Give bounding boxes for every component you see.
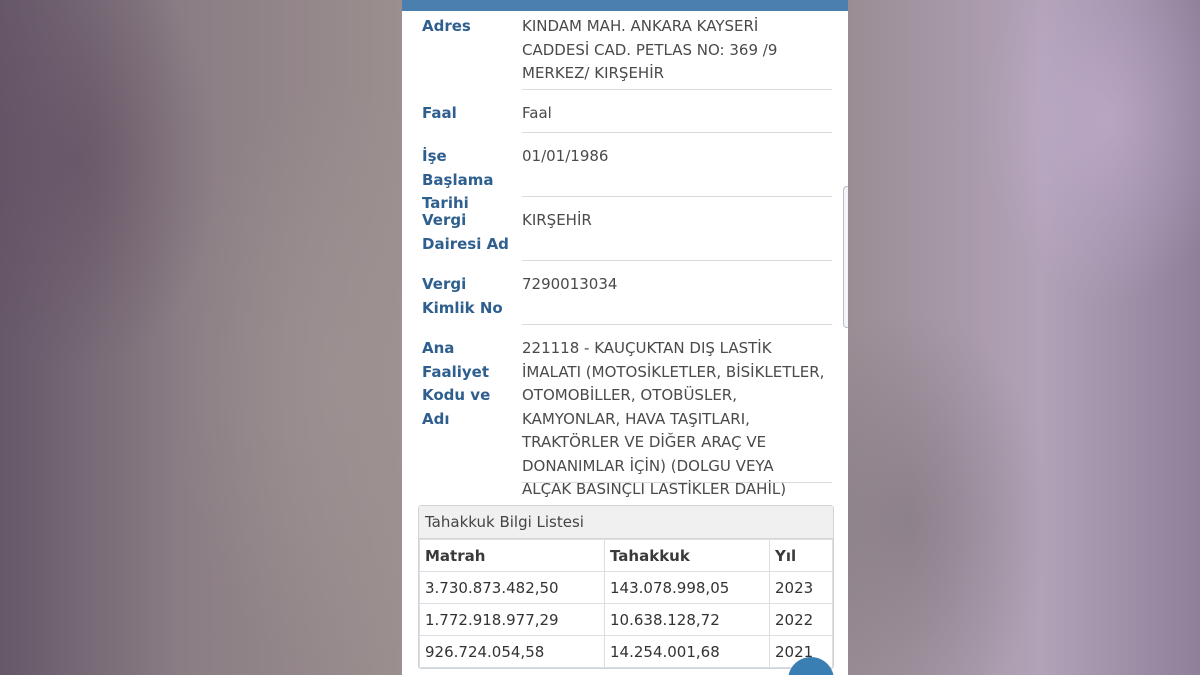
table-cell: 1.772.918.977,29 [419,603,605,636]
detail-label: Adres [422,17,471,35]
detail-value: KINDAM MAH. ANKARA KAYSERİ CADDESİ CAD. … [522,17,778,82]
table-cell: 2023 [769,571,833,604]
table-row: 3.730.873.482,50 143.078.998,05 2023 [419,571,833,604]
table-header-row: Matrah Tahakkuk Yıl [419,539,833,572]
detail-row-ise-baslama: İşe Başlama Tarihi 01/01/1986 [418,133,832,212]
scrollbar[interactable] [843,186,848,328]
detail-value: 221118 - KAUÇUKTAN DIŞ LASTİK İMALATI (M… [522,339,825,498]
tahakkuk-panel: Tahakkuk Bilgi Listesi Matrah Tahakkuk Y… [418,505,834,669]
detail-row-ana-faaliyet: Ana Faaliyet Kodu ve Adı 221118 - KAUÇUK… [418,325,832,498]
detail-value: 01/01/1986 [522,147,609,165]
detail-label: Vergi Kimlik No [422,275,503,317]
table-cell: 10.638.128,72 [604,603,770,636]
blurred-background-left [0,0,402,675]
detail-row-vergi-dairesi: Vergi Dairesi Ad KIRŞEHİR [418,197,832,261]
panel-title: Tahakkuk Bilgi Listesi [419,506,833,539]
detail-label: Vergi Dairesi Ad [422,211,509,253]
detail-label: Faal [422,104,457,122]
detail-row-adres: Adres KINDAM MAH. ANKARA KAYSERİ CADDESİ… [418,11,832,90]
phone-screen: Adres KINDAM MAH. ANKARA KAYSERİ CADDESİ… [402,0,848,675]
blurred-background-right [848,0,1200,675]
table-cell: 143.078.998,05 [604,571,770,604]
taxpayer-details: Adres KINDAM MAH. ANKARA KAYSERİ CADDESİ… [418,11,832,498]
detail-value: Faal [522,104,552,122]
top-bar [402,0,848,11]
detail-label: İşe Başlama Tarihi [422,147,494,212]
detail-row-vergi-kimlik: Vergi Kimlik No 7290013034 [418,261,832,325]
table-cell: 2022 [769,603,833,636]
column-header-matrah[interactable]: Matrah [419,539,605,572]
table-row: 1.772.918.977,29 10.638.128,72 2022 [419,603,833,636]
column-header-yil[interactable]: Yıl [769,539,833,572]
detail-value: 7290013034 [522,275,618,293]
detail-label: Ana Faaliyet Kodu ve Adı [422,339,491,428]
table-row: 926.724.054,58 14.254.001,68 2021 [419,635,833,668]
column-header-tahakkuk[interactable]: Tahakkuk [604,539,770,572]
table-cell: 926.724.054,58 [419,635,605,668]
tahakkuk-table: Matrah Tahakkuk Yıl 3.730.873.482,50 143… [419,539,833,668]
detail-row-faal: Faal Faal [418,90,832,133]
detail-value: KIRŞEHİR [522,211,592,229]
divider [522,482,832,483]
table-cell: 14.254.001,68 [604,635,770,668]
table-cell: 3.730.873.482,50 [419,571,605,604]
